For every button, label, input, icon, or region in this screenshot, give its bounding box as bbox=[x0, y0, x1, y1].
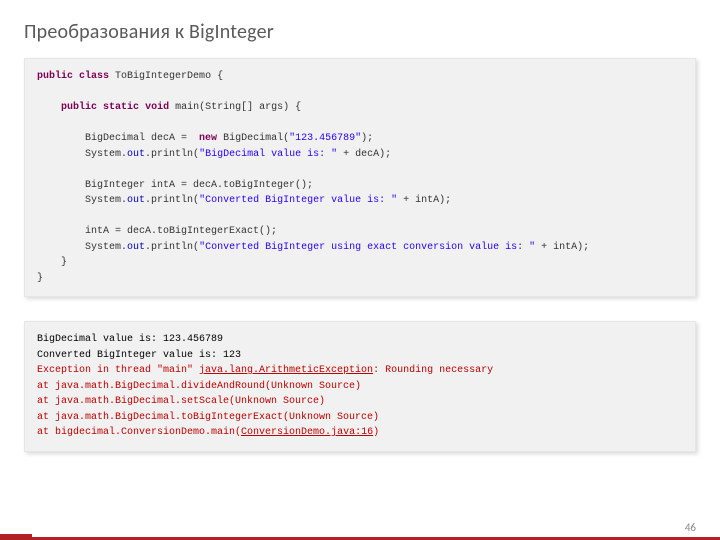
pad bbox=[37, 133, 85, 144]
error-text: Exception in thread "main" bbox=[37, 365, 199, 376]
code-text: + intA); bbox=[535, 242, 589, 253]
string-literal: "Converted BigInteger using exact conver… bbox=[199, 242, 535, 253]
kw-void: void bbox=[145, 102, 169, 113]
error-line: at java.math.BigDecimal.setScale(Unknown… bbox=[37, 396, 325, 407]
string-literal: "123.456789" bbox=[289, 133, 361, 144]
code-text: + decA); bbox=[337, 149, 391, 160]
error-line: at java.math.BigDecimal.divideAndRound(U… bbox=[37, 381, 361, 392]
code-text: .println( bbox=[145, 242, 199, 253]
field-out: out bbox=[127, 242, 145, 253]
code-text: BigInteger intA = decA.toBigInteger(); bbox=[85, 180, 313, 191]
field-out: out bbox=[127, 195, 145, 206]
code-text: System. bbox=[85, 242, 127, 253]
source-code-block: public class ToBigIntegerDemo { public s… bbox=[24, 58, 696, 297]
code-text: ); bbox=[361, 133, 373, 144]
kw-public: public bbox=[37, 71, 73, 82]
string-literal: "BigDecimal value is: " bbox=[199, 149, 337, 160]
output-line: BigDecimal value is: 123.456789 bbox=[37, 334, 223, 345]
page-number: 46 bbox=[685, 521, 696, 534]
code-text: .println( bbox=[145, 149, 199, 160]
code-text: main(String[] args) { bbox=[169, 102, 301, 113]
code-text: .println( bbox=[145, 195, 199, 206]
field-out: out bbox=[127, 149, 145, 160]
error-line: Exception in thread "main" java.lang.Ari… bbox=[37, 365, 493, 376]
code-text: } bbox=[61, 257, 67, 268]
kw-public: public bbox=[61, 102, 97, 113]
code-text: intA = decA.toBigIntegerExact(); bbox=[85, 226, 277, 237]
error-text: ) bbox=[373, 427, 379, 438]
code-text: ToBigIntegerDemo { bbox=[109, 71, 223, 82]
error-line: at java.math.BigDecimal.toBigIntegerExac… bbox=[37, 412, 379, 423]
pad bbox=[37, 257, 61, 268]
code-text: BigDecimal( bbox=[217, 133, 289, 144]
code-text: System. bbox=[85, 195, 127, 206]
slide: Преобразования к BigInteger public class… bbox=[0, 0, 720, 540]
pad bbox=[37, 242, 85, 253]
footer: 46 bbox=[0, 520, 720, 540]
error-text: at bigdecimal.ConversionDemo.main( bbox=[37, 427, 241, 438]
pad bbox=[37, 180, 85, 191]
error-line: at bigdecimal.ConversionDemo.main(Conver… bbox=[37, 427, 379, 438]
console-output: BigDecimal value is: 123.456789 Converte… bbox=[37, 332, 683, 441]
string-literal: "Converted BigInteger value is: " bbox=[199, 195, 397, 206]
code-text: System. bbox=[85, 149, 127, 160]
kw-class: class bbox=[79, 71, 109, 82]
kw-static: static bbox=[103, 102, 139, 113]
code-text: + intA); bbox=[397, 195, 451, 206]
code-text: BigDecimal decA = bbox=[85, 133, 199, 144]
pad bbox=[37, 149, 85, 160]
exception-link: java.lang.ArithmeticException bbox=[199, 365, 373, 376]
pad bbox=[37, 102, 61, 113]
error-text: : Rounding necessary bbox=[373, 365, 493, 376]
footer-bar-accent bbox=[0, 534, 32, 540]
pad bbox=[37, 226, 85, 237]
output-line: Converted BigInteger value is: 123 bbox=[37, 350, 241, 361]
pad bbox=[37, 195, 85, 206]
kw-new: new bbox=[199, 133, 217, 144]
source-link: ConversionDemo.java:16 bbox=[241, 427, 373, 438]
page-title: Преобразования к BigInteger bbox=[24, 20, 696, 44]
source-code: public class ToBigIntegerDemo { public s… bbox=[37, 69, 683, 286]
code-text: } bbox=[37, 273, 43, 284]
output-block: BigDecimal value is: 123.456789 Converte… bbox=[24, 321, 696, 452]
